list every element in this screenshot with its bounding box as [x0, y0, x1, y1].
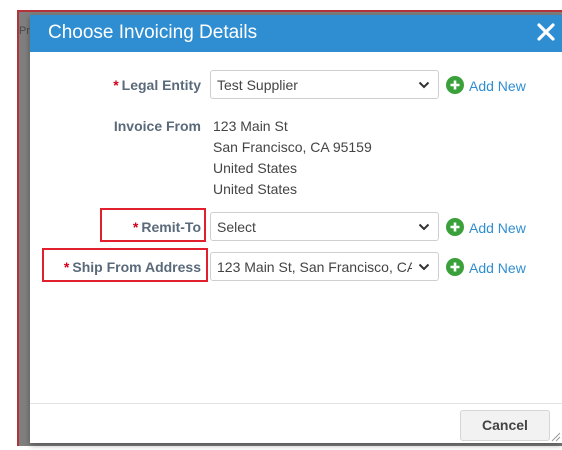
close-icon	[537, 23, 555, 41]
remit-to-label: * Remit-To	[132, 219, 201, 235]
close-button[interactable]	[534, 19, 558, 45]
required-marker: *	[63, 259, 70, 275]
add-circle-icon	[446, 258, 464, 276]
chevron-down-icon	[418, 263, 430, 271]
invoice-from-line: San Francisco, CA 95159	[213, 139, 372, 155]
invoicing-details-dialog: Choose Invoicing Details * Legal Entity T…	[30, 15, 562, 443]
background-text-fragment: Pr	[19, 25, 30, 37]
required-marker: *	[113, 77, 119, 93]
required-marker: *	[132, 219, 139, 235]
legal-entity-select[interactable]: Test Supplier	[210, 70, 439, 99]
legal-entity-add-new-button[interactable]: Add New	[446, 76, 546, 98]
ship-from-address-value: 123 Main St, San Francisco, CA	[217, 259, 412, 275]
resize-grip-icon[interactable]	[549, 430, 561, 442]
invoice-from-label: Invoice From	[113, 118, 201, 134]
remit-to-add-new-button[interactable]: Add New	[446, 218, 546, 240]
add-circle-icon	[446, 218, 464, 236]
dialog-title: Choose Invoicing Details	[48, 22, 258, 43]
dialog-header: Choose Invoicing Details	[30, 15, 562, 52]
chevron-down-icon	[418, 81, 430, 89]
legal-entity-value: Test Supplier	[217, 77, 298, 93]
add-circle-icon	[446, 76, 464, 94]
invoice-from-line: United States	[213, 160, 298, 176]
invoice-from-line: United States	[213, 181, 298, 197]
ship-from-add-new-button[interactable]: Add New	[446, 258, 546, 280]
remit-to-value: Select	[217, 219, 256, 235]
add-new-label: Add New	[469, 260, 526, 276]
add-new-label: Add New	[469, 78, 526, 94]
footer-divider	[30, 403, 562, 404]
invoice-from-line: 123 Main St	[213, 118, 288, 134]
cancel-button[interactable]: Cancel	[460, 410, 550, 441]
ship-from-address-label: * Ship From Address	[63, 259, 201, 275]
ship-from-address-select[interactable]: 123 Main St, San Francisco, CA	[210, 252, 439, 281]
legal-entity-label: * Legal Entity	[113, 77, 201, 93]
add-new-label: Add New	[469, 220, 526, 236]
chevron-down-icon	[418, 223, 430, 231]
remit-to-select[interactable]: Select	[210, 212, 439, 241]
